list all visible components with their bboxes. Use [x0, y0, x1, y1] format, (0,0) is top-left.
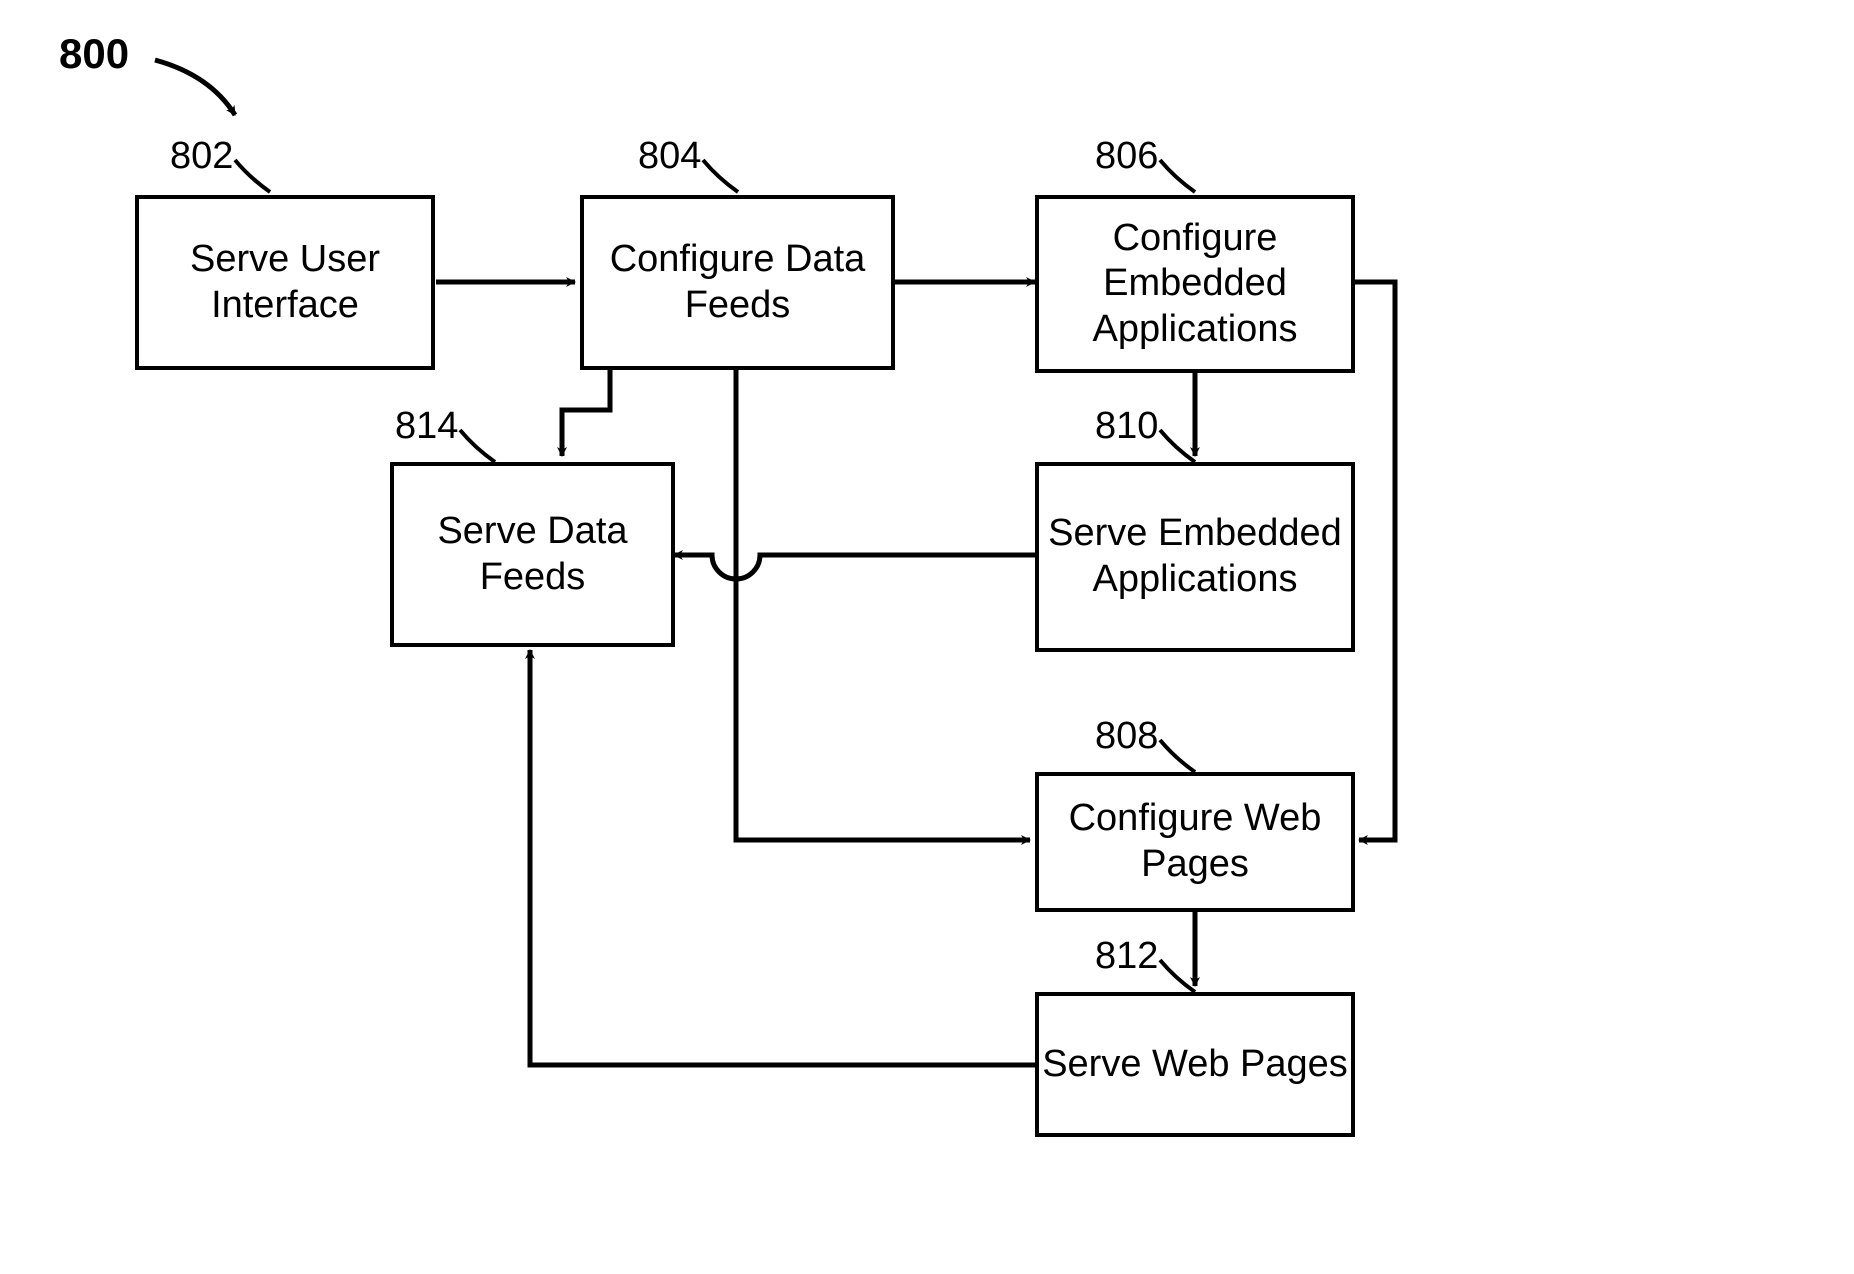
box-label: Serve Embedded Applications — [1039, 511, 1351, 602]
figure-number: 800 — [59, 30, 129, 78]
box-label: Configure Web Pages — [1039, 796, 1351, 887]
ref-812: 812 — [1095, 935, 1158, 978]
ref-808: 808 — [1095, 715, 1158, 758]
box-serve-web-pages: Serve Web Pages — [1035, 992, 1355, 1137]
box-configure-web-pages: Configure Web Pages — [1035, 772, 1355, 912]
box-label: Serve Data Feeds — [394, 509, 671, 600]
box-label: Serve Web Pages — [1042, 1042, 1348, 1088]
box-label: Configure Embedded Applications — [1039, 216, 1351, 353]
box-configure-embedded-applications: Configure Embedded Applications — [1035, 195, 1355, 373]
ref-806: 806 — [1095, 135, 1158, 178]
ref-804: 804 — [638, 135, 701, 178]
box-serve-embedded-applications: Serve Embedded Applications — [1035, 462, 1355, 652]
box-serve-user-interface: Serve User Interface — [135, 195, 435, 370]
box-label: Configure Data Feeds — [584, 237, 891, 328]
diagram-arrows — [0, 0, 1854, 1274]
box-serve-data-feeds: Serve Data Feeds — [390, 462, 675, 647]
ref-802: 802 — [170, 135, 233, 178]
ref-810: 810 — [1095, 405, 1158, 448]
box-label: Serve User Interface — [139, 237, 431, 328]
ref-814: 814 — [395, 405, 458, 448]
box-configure-data-feeds: Configure Data Feeds — [580, 195, 895, 370]
